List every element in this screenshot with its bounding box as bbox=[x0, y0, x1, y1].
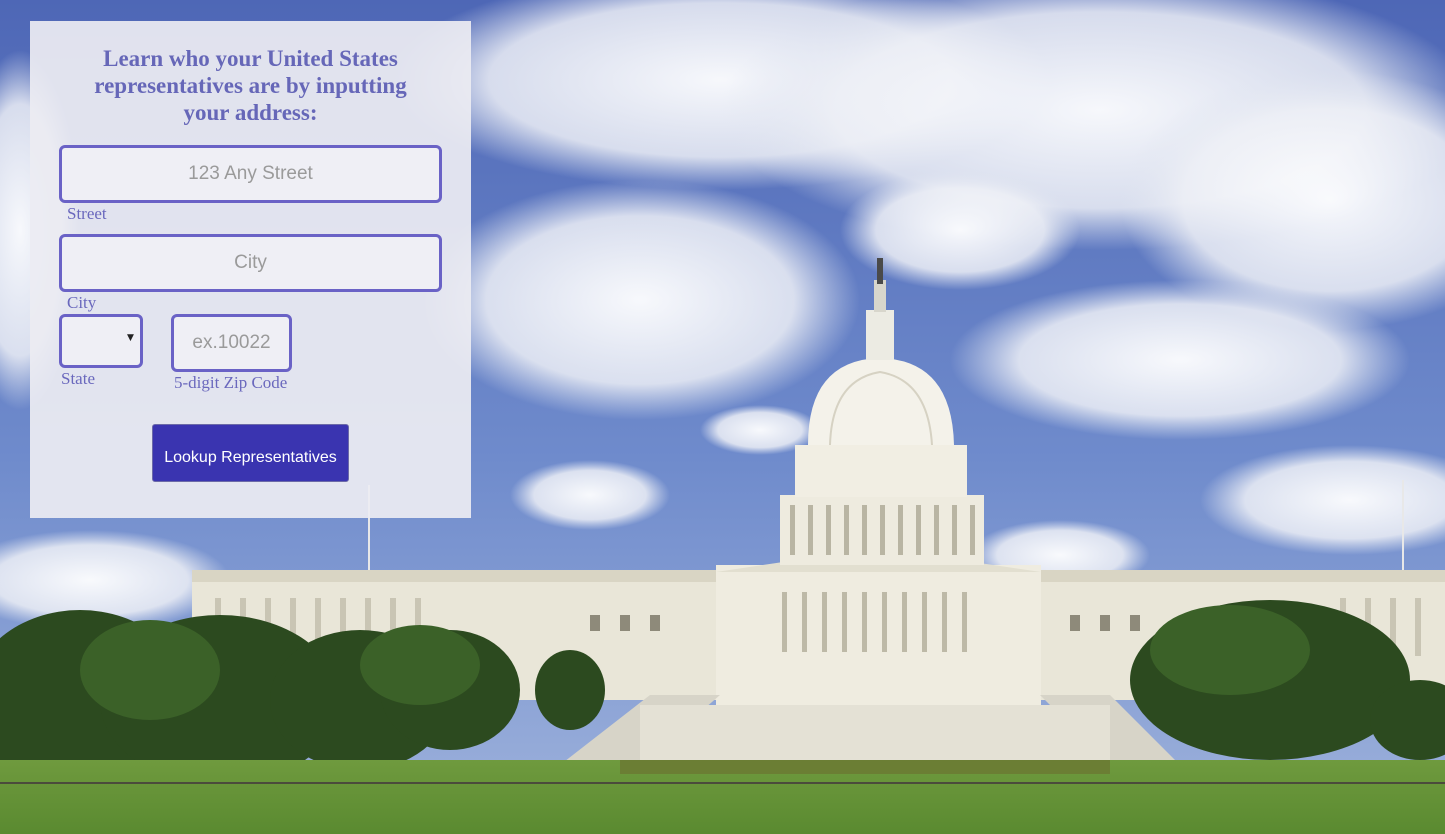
form-heading: Learn who your United States representat… bbox=[94, 46, 407, 125]
address-lookup-panel: Learn who your United States representat… bbox=[30, 21, 471, 518]
chevron-down-icon: ▼ bbox=[127, 333, 134, 343]
street-input[interactable] bbox=[59, 145, 442, 203]
lookup-representatives-button[interactable]: Lookup Representatives bbox=[152, 424, 349, 482]
zip-code-label: 5-digit Zip Code bbox=[174, 373, 288, 392]
city-label: City bbox=[67, 293, 97, 312]
city-input[interactable] bbox=[59, 234, 442, 292]
zip-code-input[interactable] bbox=[171, 314, 292, 372]
street-label: Street bbox=[67, 204, 107, 223]
state-label: State bbox=[61, 369, 95, 388]
